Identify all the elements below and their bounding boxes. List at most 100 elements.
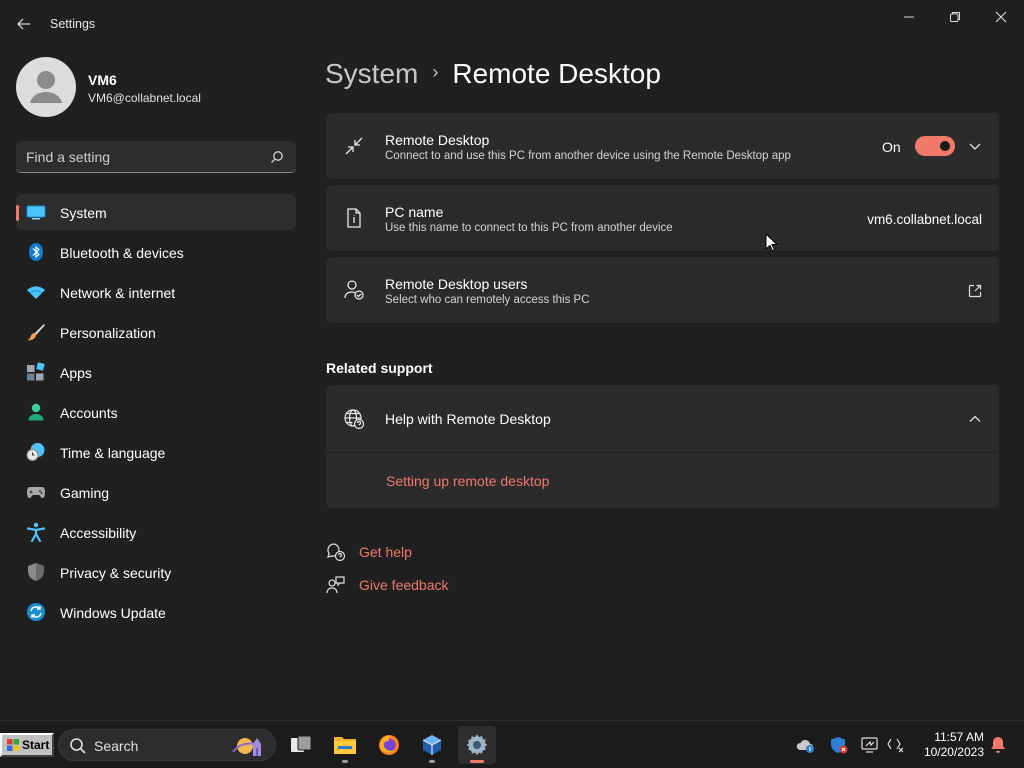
sidebar-item-label: Gaming: [60, 485, 110, 501]
system-display-icon: [26, 205, 46, 220]
windows-flag-icon: [7, 739, 19, 751]
taskbar-firefox[interactable]: [370, 726, 408, 764]
notification-bell-icon[interactable]: [988, 735, 1008, 755]
sidebar-item-label: System: [60, 205, 107, 221]
help-remote-desktop-title: Help with Remote Desktop: [385, 411, 551, 427]
search-icon: [70, 738, 86, 754]
sidebar-item-label: Time & language: [60, 445, 166, 461]
document-info-icon: [347, 208, 361, 228]
remote-desktop-arrows-icon: [345, 137, 363, 155]
sidebar-item-network[interactable]: Network & internet: [16, 274, 296, 310]
remote-connection-icon[interactable]: [860, 735, 880, 755]
help-chat-icon: [327, 543, 346, 562]
external-link-icon[interactable]: [967, 283, 983, 299]
sidebar-item-time-language[interactable]: Time & language: [16, 434, 296, 470]
security-shield-icon[interactable]: [829, 735, 849, 755]
clock-globe-icon: [26, 443, 45, 461]
accessibility-icon: [26, 522, 46, 542]
breadcrumb-parent[interactable]: System: [325, 58, 418, 90]
sidebar-item-label: Privacy & security: [60, 565, 172, 581]
folder-icon: [334, 737, 356, 754]
give-feedback-link[interactable]: Give feedback: [326, 575, 449, 595]
pc-name-card: PC name Use this name to connect to this…: [326, 185, 999, 251]
sidebar-item-gaming[interactable]: Gaming: [16, 474, 296, 510]
brush-icon: [27, 324, 45, 341]
restore-button[interactable]: [932, 6, 978, 28]
sidebar-item-system[interactable]: System: [16, 194, 296, 230]
close-button[interactable]: [978, 6, 1024, 28]
sidebar-item-label: Personalization: [60, 325, 156, 341]
chevron-up-icon[interactable]: [967, 411, 983, 427]
taskbar-virtualbox[interactable]: [413, 726, 451, 764]
pc-name-subtitle: Use this name to connect to this PC from…: [385, 222, 673, 234]
user-email: VM6@collabnet.local: [88, 91, 201, 105]
taskbar-search[interactable]: Search: [58, 729, 276, 761]
sidebar-item-privacy[interactable]: Privacy & security: [16, 554, 296, 590]
feedback-person-icon: [326, 576, 345, 594]
mouse-cursor-icon: [765, 233, 778, 252]
restore-icon: [950, 12, 960, 22]
sidebar-item-label: Accessibility: [60, 525, 137, 541]
help-remote-desktop-header[interactable]: Help with Remote Desktop: [326, 385, 999, 452]
minimize-icon: [904, 16, 914, 18]
setting-up-remote-desktop-link[interactable]: Setting up remote desktop: [386, 473, 549, 489]
search-icon[interactable]: [270, 150, 284, 164]
pc-name-title: PC name: [385, 204, 444, 220]
close-icon: [995, 11, 1007, 23]
virtualbox-cube-icon: [422, 735, 442, 755]
sidebar-item-label: Apps: [60, 365, 92, 381]
breadcrumb-chevron-icon: ›: [432, 61, 439, 82]
avatar[interactable]: [16, 57, 76, 117]
taskbar-file-explorer[interactable]: [326, 726, 364, 764]
active-indicator: [470, 760, 484, 763]
running-indicator: [342, 760, 348, 763]
sidebar-item-label: Bluetooth & devices: [60, 245, 184, 261]
minimize-button[interactable]: [886, 6, 932, 28]
apps-icon: [27, 362, 45, 381]
taskbar-settings[interactable]: [458, 726, 496, 764]
shield-icon: [28, 563, 44, 581]
start-button[interactable]: Start: [0, 733, 54, 757]
remote-desktop-subtitle: Connect to and use this PC from another …: [385, 150, 791, 162]
help-remote-desktop-panel: Help with Remote Desktop Setting up remo…: [326, 385, 999, 508]
related-support-heading: Related support: [326, 360, 433, 376]
back-button[interactable]: [12, 12, 36, 36]
search-highlight-illustration-icon: [232, 738, 261, 756]
taskbar-task-view[interactable]: [282, 726, 320, 764]
get-help-link[interactable]: Get help: [326, 542, 412, 562]
bluetooth-icon: [29, 243, 43, 261]
sidebar-item-bluetooth[interactable]: Bluetooth & devices: [16, 234, 296, 270]
remote-desktop-title: Remote Desktop: [385, 132, 490, 148]
search-input[interactable]: [26, 147, 266, 167]
network-disconnected-icon[interactable]: [886, 735, 906, 755]
wifi-icon: [27, 286, 45, 299]
sidebar-item-accounts[interactable]: Accounts: [16, 394, 296, 430]
gear-icon: [466, 734, 488, 756]
give-feedback-label: Give feedback: [359, 577, 449, 593]
remote-desktop-toggle[interactable]: [915, 136, 955, 156]
onedrive-icon[interactable]: [796, 735, 816, 755]
person-icon: [28, 403, 44, 421]
chevron-down-icon[interactable]: [967, 138, 983, 154]
settings-search[interactable]: [16, 141, 296, 173]
remote-desktop-users-card[interactable]: Remote Desktop users Select who can remo…: [326, 257, 999, 323]
sidebar-item-apps[interactable]: Apps: [16, 354, 296, 390]
get-help-label: Get help: [359, 544, 412, 560]
breadcrumb: System › Remote Desktop: [325, 58, 661, 90]
sidebar-item-personalization[interactable]: Personalization: [16, 314, 296, 350]
globe-help-icon: [344, 409, 365, 430]
taskbar: Start Search 11:57 AM 10/20/2023: [0, 720, 1024, 768]
person-check-icon: [344, 280, 364, 300]
pc-name-value: vm6.collabnet.local: [867, 212, 982, 227]
sidebar-item-windows-update[interactable]: Windows Update: [16, 594, 296, 630]
remote-desktop-card[interactable]: Remote Desktop Connect to and use this P…: [326, 113, 999, 179]
sidebar-item-accessibility[interactable]: Accessibility: [16, 514, 296, 550]
update-icon: [27, 603, 45, 621]
start-label: Start: [22, 738, 50, 752]
clock-date: 10/20/2023: [923, 745, 984, 759]
system-clock[interactable]: 11:57 AM 10/20/2023: [914, 730, 984, 760]
back-arrow-icon: [17, 18, 30, 30]
users-subtitle: Select who can remotely access this PC: [385, 294, 590, 306]
page-title: Remote Desktop: [452, 58, 661, 89]
sidebar-item-label: Network & internet: [60, 285, 176, 301]
